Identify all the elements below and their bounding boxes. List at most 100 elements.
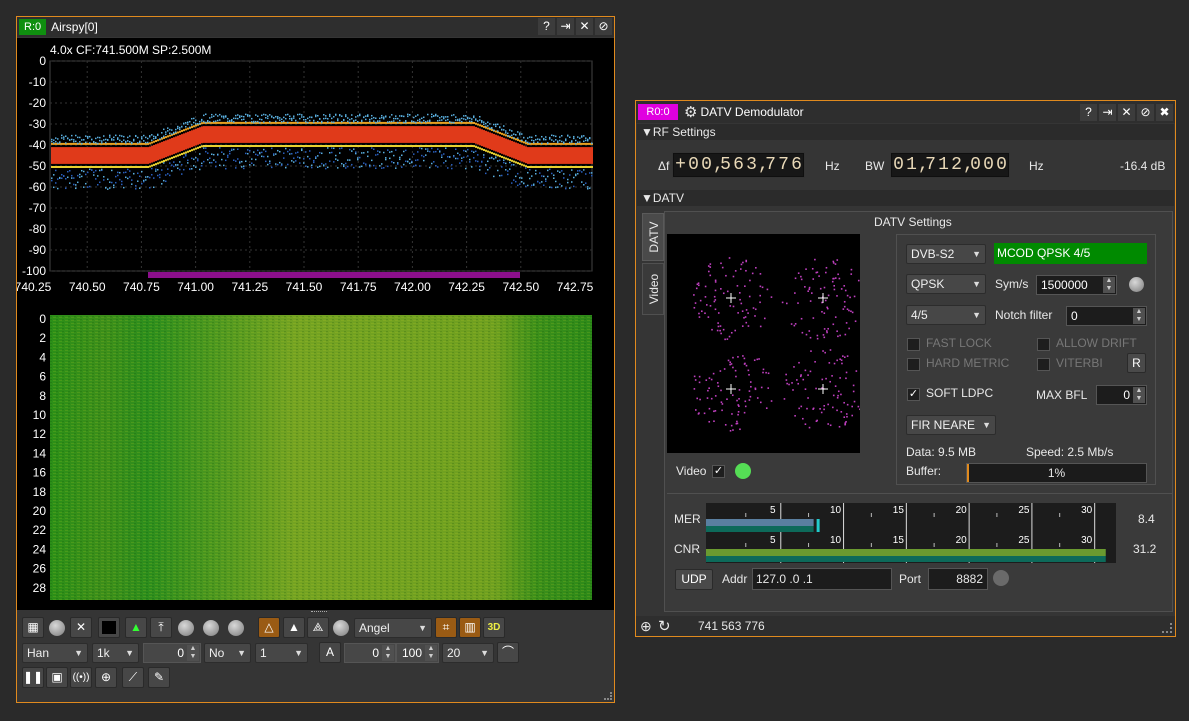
delta-frequency-digit[interactable]: 3: [745, 154, 758, 176]
auto-scale-button[interactable]: A: [319, 642, 341, 663]
modulation-select[interactable]: QPSK ▼: [906, 274, 986, 294]
bandwidth-digit[interactable]: 7: [924, 154, 937, 176]
fft-window-select[interactable]: Han ▼: [22, 643, 88, 663]
allow-drift-checkbox[interactable]: [1037, 338, 1050, 351]
symbol-rate-dial[interactable]: [1129, 277, 1144, 292]
datv-titlebar[interactable]: R0:0 ⚙ DATV Demodulator ? ⇥ ✕ ⊘ ✖: [636, 101, 1175, 123]
3d-spectrogram-button[interactable]: 3D: [483, 617, 505, 638]
move-to-workspace-icon[interactable]: ⇥: [557, 18, 574, 35]
color-dial[interactable]: [333, 620, 349, 636]
waterfall-toggle-button[interactable]: △: [258, 617, 280, 638]
delta-frequency-digit[interactable]: 0: [687, 154, 700, 176]
waterfall-bar-button[interactable]: ▥: [459, 617, 481, 638]
decay-divisor-dial[interactable]: [203, 620, 219, 636]
datv-header[interactable]: ▼DATV: [637, 190, 1174, 206]
refresh-icon[interactable]: ↻: [658, 617, 671, 635]
bandwidth-digit[interactable]: 0: [982, 154, 995, 176]
resize-grip-icon[interactable]: [1162, 623, 1172, 633]
delta-frequency-digit[interactable]: 6: [790, 154, 803, 176]
symbol-rate-spinbox[interactable]: 1500000 ▲ ▼: [1036, 275, 1117, 295]
freeze-button[interactable]: ❚❚: [22, 667, 44, 688]
constellation-point: [720, 262, 722, 265]
fec-select[interactable]: 4/5 ▼: [906, 305, 986, 325]
bandwidth-digit[interactable]: 0: [969, 154, 982, 176]
help-icon[interactable]: ?: [538, 18, 555, 35]
hard-metric-checkbox[interactable]: [907, 358, 920, 371]
websocket-button[interactable]: ((•)): [70, 667, 92, 688]
splitter-handle[interactable]: [311, 611, 327, 614]
filter-select[interactable]: FIR NEARE ▼: [906, 415, 996, 435]
viterbi-checkbox[interactable]: [1037, 358, 1050, 371]
tab-datv[interactable]: DATV: [642, 213, 664, 261]
constellation-point: [730, 331, 733, 334]
move-to-workspace-icon[interactable]: ⇥: [1099, 104, 1116, 121]
grid-intensity-dial[interactable]: [49, 620, 65, 636]
tab-video[interactable]: Video: [642, 263, 664, 315]
fps-select[interactable]: 20 ▼: [442, 643, 494, 663]
notch-filter-spinbox[interactable]: 0 ▲ ▼: [1066, 306, 1147, 326]
delta-frequency-digit[interactable]: 7: [764, 154, 777, 176]
measure-button[interactable]: ⟋: [122, 667, 144, 688]
grid-button[interactable]: ▦: [22, 617, 44, 638]
udp-button[interactable]: UDP: [675, 569, 713, 590]
calibration-button[interactable]: ✎: [148, 667, 170, 688]
linear-scale-button[interactable]: ⌒: [497, 642, 519, 663]
delta-frequency-digit[interactable]: 6: [732, 154, 745, 176]
fast-lock-checkbox[interactable]: [907, 338, 920, 351]
constellation-point: [809, 370, 812, 373]
spectrum-display[interactable]: 4.0x CF:741.500M SP:2.500M 0 -10 -20 -30…: [17, 38, 614, 610]
peak-button[interactable]: ⟁: [307, 617, 329, 638]
rx-tag[interactable]: R:0: [19, 19, 47, 35]
bandwidth-dial[interactable]: 01,712,000: [890, 152, 1010, 178]
delta-frequency-digit[interactable]: 5: [719, 154, 732, 176]
palette-select[interactable]: Angel ▼: [354, 618, 432, 638]
spectrum-plot[interactable]: 0 -10 -20 -30 -40 -50 -60 -70 -80 -90 -100 740.25 74…: [17, 38, 614, 610]
shrink-icon[interactable]: ✕: [1118, 104, 1135, 121]
bandwidth-digit[interactable]: 0: [892, 154, 905, 176]
resize-grip-icon[interactable]: [604, 692, 612, 700]
clear-spectrum-button[interactable]: ✕: [70, 617, 92, 638]
add-channel-icon[interactable]: ⊕: [640, 618, 652, 635]
trace-color-button[interactable]: [98, 617, 120, 638]
close-icon[interactable]: ✖: [1156, 104, 1173, 121]
constellation-point: [834, 263, 837, 265]
averaging-select[interactable]: 1 ▼: [255, 643, 308, 663]
hide-icon[interactable]: ⊘: [595, 18, 612, 35]
standard-select[interactable]: DVB-S2 ▼: [906, 244, 986, 264]
ref-level-spinbox[interactable]: 0 ▲ ▼: [344, 643, 396, 663]
rx-tag[interactable]: R0:0: [638, 104, 678, 120]
frequency-scale-button[interactable]: ⌗: [435, 617, 457, 638]
fft-overlap-spinbox[interactable]: 0 ▲ ▼: [143, 643, 201, 663]
bandwidth-digit[interactable]: 1: [937, 154, 950, 176]
reset-button[interactable]: R: [1127, 353, 1146, 373]
delta-frequency-digit[interactable]: +: [674, 154, 687, 176]
fft-size-select[interactable]: 1k ▼: [92, 643, 139, 663]
histogram-button[interactable]: ▲: [125, 617, 147, 638]
video-checkbox[interactable]: ✓: [712, 465, 725, 478]
shrink-icon[interactable]: ✕: [576, 18, 593, 35]
markers-button[interactable]: ⊕: [95, 667, 117, 688]
delta-frequency-digit[interactable]: 0: [700, 154, 713, 176]
max-bfl-spinbox[interactable]: 0 ▲ ▼: [1096, 385, 1147, 405]
spectrum-toggle-button[interactable]: ▲: [283, 617, 305, 638]
averaging-mode-select[interactable]: No ▼: [204, 643, 251, 663]
udp-port-input[interactable]: 8882: [928, 568, 988, 590]
settings-gear-icon[interactable]: ⚙: [684, 103, 697, 121]
delta-frequency-dial[interactable]: +00,563,776: [672, 152, 805, 178]
help-icon[interactable]: ?: [1080, 104, 1097, 121]
constellation-point: [797, 382, 800, 385]
rf-settings-header[interactable]: ▼RF Settings: [637, 124, 1174, 140]
max-hold-button[interactable]: ⤒: [150, 617, 172, 638]
stroke-dial[interactable]: [228, 620, 244, 636]
decay-dial[interactable]: [178, 620, 194, 636]
soft-ldpc-checkbox[interactable]: ✓: [907, 388, 920, 401]
delta-frequency-digit[interactable]: 7: [777, 154, 790, 176]
bandwidth-digit[interactable]: 0: [995, 154, 1008, 176]
udp-address-input[interactable]: 127.0 .0 .1: [752, 568, 892, 590]
bandwidth-digit[interactable]: 2: [950, 154, 963, 176]
save-button[interactable]: ▣: [46, 667, 68, 688]
hide-icon[interactable]: ⊘: [1137, 104, 1154, 121]
bandwidth-digit[interactable]: 1: [905, 154, 918, 176]
spectrum-titlebar[interactable]: R:0 Airspy[0] ? ⇥ ✕ ⊘: [17, 17, 614, 37]
range-spinbox[interactable]: 100 ▲ ▼: [396, 643, 439, 663]
